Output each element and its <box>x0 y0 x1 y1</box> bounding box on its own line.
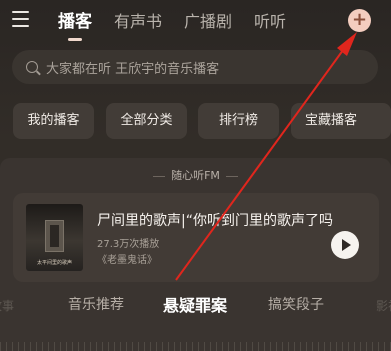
album-name[interactable]: 《老墨鬼话》 <box>97 251 157 266</box>
tab-listen[interactable]: 听听 <box>254 10 286 34</box>
channel-suspense-crime[interactable]: 悬疑罪案 <box>163 292 227 316</box>
tab-audiobook[interactable]: 有声书 <box>114 10 162 34</box>
channel-music-recommend[interactable]: 音乐推荐 <box>68 294 124 314</box>
add-plus-icon[interactable]: + <box>348 9 371 32</box>
chip-my-podcasts[interactable]: 我的播客 <box>13 103 94 139</box>
fm-channel-tabs: 故事 音乐推荐 悬疑罪案 搞笑段子 影视 <box>0 288 391 324</box>
cover-caption: 太平间里的歌声 <box>36 260 72 266</box>
hamburger-menu-icon[interactable] <box>12 11 30 27</box>
chip-all-categories[interactable]: 全部分类 <box>106 103 187 139</box>
play-count: 27.3万次播放 <box>97 239 160 250</box>
tab-podcast[interactable]: 播客 <box>58 10 92 41</box>
category-chips: 我的播客 全部分类 排行榜 宝藏播客 <box>13 103 391 139</box>
episode-title: 尸间里的歌声|“你听到门里的歌声了吗 <box>97 213 333 229</box>
search-icon <box>26 61 38 73</box>
door-illustration <box>45 220 64 252</box>
top-tabs: 播客 有声书 广播剧 听听 <box>58 8 308 41</box>
channel-dial-ruler[interactable] <box>0 342 391 351</box>
channel-comedy[interactable]: 搞笑段子 <box>268 294 324 314</box>
fm-card: 随心听FM 太平间里的歌声 尸间里的歌声|“你听到门里的歌声了吗 27.3万次播… <box>0 158 391 351</box>
chip-treasure-podcasts[interactable]: 宝藏播客 <box>291 103 391 139</box>
search-input[interactable]: 大家都在听 王欣宇的音乐播客 <box>12 50 378 84</box>
fm-current-item[interactable]: 太平间里的歌声 尸间里的歌声|“你听到门里的歌声了吗 27.3万次播放 《老墨鬼… <box>13 193 379 282</box>
chip-ranking[interactable]: 排行榜 <box>198 103 279 139</box>
play-icon[interactable] <box>331 231 359 259</box>
channel-film[interactable]: 影视 <box>376 297 391 314</box>
channel-story[interactable]: 故事 <box>0 297 14 314</box>
podcast-app-screen: 播客 有声书 广播剧 听听 + 大家都在听 王欣宇的音乐播客 我的播客 全部分类… <box>0 0 391 351</box>
fm-section-title: 随心听FM <box>0 167 391 183</box>
album-cover-image: 太平间里的歌声 <box>26 204 83 271</box>
search-placeholder: 大家都在听 王欣宇的音乐播客 <box>46 61 220 77</box>
tab-radio-drama[interactable]: 广播剧 <box>184 10 232 34</box>
top-bar: 播客 有声书 广播剧 听听 + <box>0 0 391 42</box>
